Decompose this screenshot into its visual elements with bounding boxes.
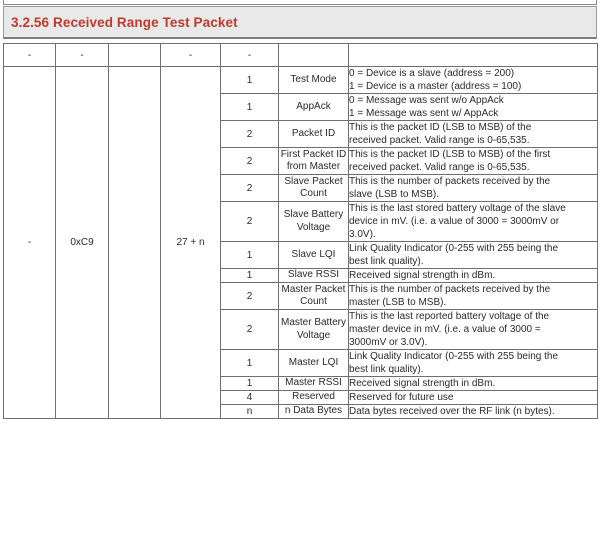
field-size-cell: 2 <box>220 174 279 202</box>
description-line: 0 = Device is a slave (address = 200) <box>349 68 515 79</box>
field-size-cell: 1 <box>220 349 279 377</box>
field-description-cell: Received signal strength in dBm. <box>348 376 598 391</box>
description-line: master device in mV. (i.e. a value of 30… <box>349 324 541 335</box>
description-line: This is the packet ID (LSB to MSB) of th… <box>349 122 532 133</box>
table-row: -0xC9 27 + n 1 Test Mode 0 = Device is a sla… <box>3 66 598 419</box>
description-line: This is the number of packets received b… <box>349 284 551 295</box>
table-header-cell-7 <box>348 43 598 67</box>
field-size-cell: 1 <box>220 268 279 283</box>
description-line: This is the packet ID (LSB to MSB) of th… <box>349 149 551 160</box>
description-line: Received signal strength in dBm. <box>349 378 496 389</box>
field-name-cell: Packet ID <box>278 120 349 148</box>
field-name-cell: Master LQI <box>278 349 349 377</box>
field-size-cell: 2 <box>220 282 279 310</box>
description-line: 0 = Message was sent w/o AppAck <box>349 95 504 106</box>
field-name-cell: n Data Bytes <box>278 404 349 419</box>
description-line: received packet. Valid range is 0-65,535… <box>349 135 530 146</box>
field-size-cell: 1 <box>220 376 279 391</box>
description-line: Link Quality Indicator (0-255 with 255 b… <box>349 243 559 254</box>
description-line: best link quality). <box>349 256 424 267</box>
field-size-cell: n <box>220 404 279 419</box>
field-description-cell: Link Quality Indicator (0-255 with 255 b… <box>348 241 598 269</box>
field-description-cell: 0 = Message was sent w/o AppAck 1 = Messa… <box>348 93 598 121</box>
field-name-cell: Slave Battery Voltage <box>278 201 349 242</box>
field-description-cell: This is the last stored battery voltage … <box>348 201 598 242</box>
merged-cell-col3 <box>108 66 161 419</box>
description-line: best link quality). <box>349 364 424 375</box>
description-line: This is the last reported battery voltag… <box>349 311 550 322</box>
field-size-cell: 4 <box>220 390 279 405</box>
merged-cell-col4: 27 + n <box>160 66 221 419</box>
merged-cell-col1: - <box>3 66 56 419</box>
description-line: 1 = Device is a master (address = 100) <box>349 81 522 92</box>
description-line: This is the last stored battery voltage … <box>349 203 566 214</box>
page-title: 3.2.56 Received Range Test Packet <box>11 14 238 30</box>
field-size-cell: 1 <box>220 66 279 94</box>
field-description-cell: Reserved for future use <box>348 390 598 405</box>
field-size-cell: 2 <box>220 147 279 175</box>
field-description-cell: Received signal strength in dBm. <box>348 268 598 283</box>
field-description-cell: This is the number of packets received b… <box>348 174 598 202</box>
field-description-cell: This is the packet ID (LSB to MSB) of th… <box>348 120 598 148</box>
description-line: 1 = Message was sent w/ AppAck <box>349 108 499 119</box>
section-heading-band: 3.2.56 Received Range Test Packet <box>3 6 597 39</box>
description-line: This is the number of packets received b… <box>349 176 551 187</box>
field-name-cell: Slave RSSI <box>278 268 349 283</box>
preceding-table-sliver <box>3 0 597 5</box>
field-description-cell: Link Quality Indicator (0-255 with 255 b… <box>348 349 598 377</box>
table-header-cell-4: - <box>160 43 221 67</box>
description-line: master (LSB to MSB). <box>349 297 447 308</box>
description-line: Data bytes received over the RF link (n … <box>349 406 555 417</box>
table-header-cell-5: - <box>220 43 279 67</box>
field-description-cell: 0 = Device is a slave (address = 200) 1 =… <box>348 66 598 94</box>
merged-cell-col2: 0xC9 <box>55 66 109 419</box>
description-line: device in mV. (i.e. a value of 3000 = 30… <box>349 216 560 227</box>
table-header-cell-2: - <box>55 43 109 67</box>
field-name-cell: Master RSSI <box>278 376 349 391</box>
field-name-cell: Slave Packet Count <box>278 174 349 202</box>
table-header-cell-3 <box>108 43 161 67</box>
description-line: 3000mV or 3.0V). <box>349 337 428 348</box>
field-description-cell: This is the number of packets received b… <box>348 282 598 310</box>
description-line: slave (LSB to MSB). <box>349 189 440 200</box>
field-size-cell: 2 <box>220 120 279 148</box>
field-name-cell: Slave LQI <box>278 241 349 269</box>
field-name-cell: AppAck <box>278 93 349 121</box>
packet-structure-table: - - - - -0xC9 27 + n 1 Test Mode 0 = Device is a… <box>3 43 598 419</box>
description-line: Link Quality Indicator (0-255 with 255 b… <box>349 351 559 362</box>
field-description-cell: This is the packet ID (LSB to MSB) of th… <box>348 147 598 175</box>
field-name-cell: First Packet ID from Master <box>278 147 349 175</box>
field-size-cell: 2 <box>220 309 279 350</box>
field-size-cell: 2 <box>220 201 279 242</box>
field-size-cell: 1 <box>220 241 279 269</box>
table-header-cell-6 <box>278 43 349 67</box>
field-size-cell: 1 <box>220 93 279 121</box>
description-line: received packet. Valid range is 0-65,535… <box>349 162 530 173</box>
field-name-cell: Master Packet Count <box>278 282 349 310</box>
field-description-cell: This is the last reported battery voltag… <box>348 309 598 350</box>
description-line: Received signal strength in dBm. <box>349 270 496 281</box>
description-line: 3.0V). <box>349 229 376 240</box>
field-name-cell: Reserved <box>278 390 349 405</box>
field-description-cell: Data bytes received over the RF link (n … <box>348 404 598 419</box>
field-name-cell: Test Mode <box>278 66 349 94</box>
description-line: Reserved for future use <box>349 392 454 403</box>
table-header-row: ---- <box>3 43 598 67</box>
table-header-cell-1: - <box>3 43 56 67</box>
field-name-cell: Master Battery Voltage <box>278 309 349 350</box>
